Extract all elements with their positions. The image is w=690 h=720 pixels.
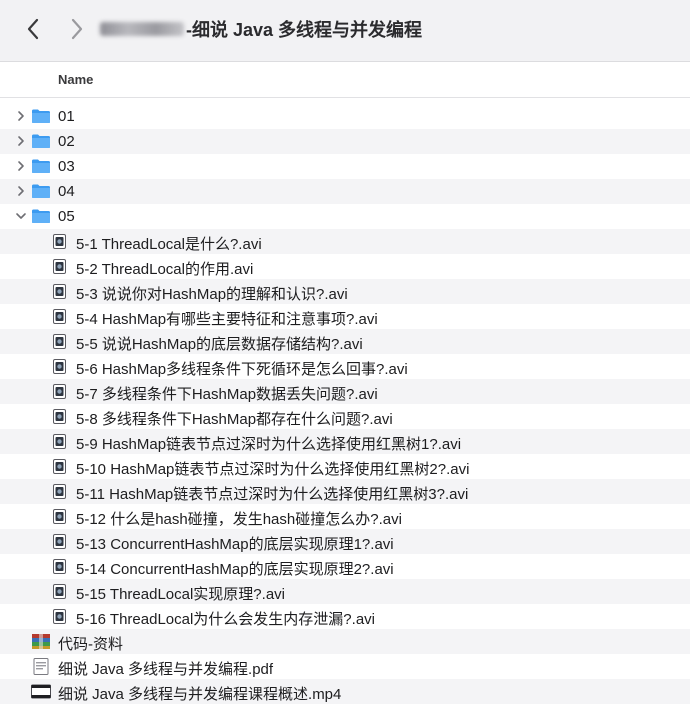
window-title: -细说 Java 多线程与并发编程 — [186, 20, 423, 40]
video-file-icon — [53, 434, 66, 449]
item-label: 5-16 ThreadLocal为什么会发生内存泄漏?.avi — [76, 611, 375, 628]
video-file-icon — [53, 484, 66, 499]
item-label: 5-3 说说你对HashMap的理解和认识?.avi — [76, 286, 348, 303]
folder-icon — [31, 183, 51, 199]
video-file-icon — [53, 509, 66, 524]
chevron-right-icon[interactable] — [15, 135, 27, 147]
folder-row[interactable]: 05 — [0, 204, 690, 229]
video-file-icon — [53, 559, 66, 574]
item-label: 01 — [58, 108, 75, 125]
file-row[interactable]: 5-6 HashMap多线程条件下死循环是怎么回事?.avi — [0, 354, 690, 379]
item-label: 05 — [58, 208, 75, 225]
video-file-icon — [53, 584, 66, 599]
file-row[interactable]: 5-8 多线程条件下HashMap都存在什么问题?.avi — [0, 404, 690, 429]
item-label: 5-4 HashMap有哪些主要特征和注意事项?.avi — [76, 311, 378, 328]
item-label: 5-7 多线程条件下HashMap数据丢失问题?.avi — [76, 386, 378, 403]
item-label: 04 — [58, 183, 75, 200]
file-row[interactable]: 5-11 HashMap链表节点过深时为什么选择使用红黑树3?.avi — [0, 479, 690, 504]
folder-row[interactable]: 01 — [0, 104, 690, 129]
file-row[interactable]: 5-1 ThreadLocal是什么?.avi — [0, 229, 690, 254]
pdf-icon — [31, 658, 51, 675]
video-file-icon — [53, 284, 66, 299]
video-file-icon — [53, 334, 66, 349]
file-row[interactable]: 5-7 多线程条件下HashMap数据丢失问题?.avi — [0, 379, 690, 404]
item-label: 5-6 HashMap多线程条件下死循环是怎么回事?.avi — [76, 361, 408, 378]
video-file-icon — [53, 234, 66, 249]
item-label: 5-12 什么是hash碰撞，发生hash碰撞怎么办?.avi — [76, 511, 402, 528]
video-file-icon — [53, 609, 66, 624]
item-label: 5-1 ThreadLocal是什么?.avi — [76, 236, 262, 253]
video-file-icon — [53, 459, 66, 474]
item-label: 5-8 多线程条件下HashMap都存在什么问题?.avi — [76, 411, 393, 428]
item-label: 5-2 ThreadLocal的作用.avi — [76, 261, 254, 278]
item-label: 5-13 ConcurrentHashMap的底层实现原理1?.avi — [76, 536, 394, 553]
toolbar: -细说 Java 多线程与并发编程 — [0, 0, 690, 62]
file-row[interactable]: 5-3 说说你对HashMap的理解和认识?.avi — [0, 279, 690, 304]
file-row[interactable]: 5-14 ConcurrentHashMap的底层实现原理2?.avi — [0, 554, 690, 579]
video-icon — [31, 683, 51, 700]
video-file-icon — [53, 534, 66, 549]
folder-row[interactable]: 02 — [0, 129, 690, 154]
file-row[interactable]: 5-16 ThreadLocal为什么会发生内存泄漏?.avi — [0, 604, 690, 629]
item-label: 03 — [58, 158, 75, 175]
file-row[interactable]: 5-2 ThreadLocal的作用.avi — [0, 254, 690, 279]
root-item-row[interactable]: 细说 Java 多线程与并发编程.pdf — [0, 654, 690, 679]
file-row[interactable]: 5-9 HashMap链表节点过深时为什么选择使用红黑树1?.avi — [0, 429, 690, 454]
item-label: 5-11 HashMap链表节点过深时为什么选择使用红黑树3?.avi — [76, 486, 469, 503]
chevron-right-icon[interactable] — [15, 185, 27, 197]
folder-icon — [31, 108, 51, 124]
folder-row[interactable]: 04 — [0, 179, 690, 204]
archive-icon — [31, 633, 51, 650]
file-row[interactable]: 5-5 说说HashMap的底层数据存储结构?.avi — [0, 329, 690, 354]
video-file-icon — [53, 259, 66, 274]
window-title-area: -细说 Java 多线程与并发编程 — [100, 14, 422, 44]
folder-icon — [31, 158, 51, 174]
chevron-left-icon — [27, 18, 39, 40]
back-button[interactable] — [20, 14, 46, 44]
item-label: 代码-资料 — [58, 636, 123, 653]
folder-icon — [31, 133, 51, 149]
redacted-title-prefix — [100, 22, 184, 36]
item-label: 5-10 HashMap链表节点过深时为什么选择使用红黑树2?.avi — [76, 461, 470, 478]
file-row[interactable]: 5-4 HashMap有哪些主要特征和注意事项?.avi — [0, 304, 690, 329]
folder-icon — [31, 208, 51, 224]
item-label: 细说 Java 多线程与并发编程课程概述.mp4 — [58, 686, 342, 703]
item-label: 5-15 ThreadLocal实现原理?.avi — [76, 586, 285, 603]
video-file-icon — [53, 409, 66, 424]
forward-button[interactable] — [64, 14, 90, 44]
file-row[interactable]: 5-10 HashMap链表节点过深时为什么选择使用红黑树2?.avi — [0, 454, 690, 479]
item-label: 5-5 说说HashMap的底层数据存储结构?.avi — [76, 336, 363, 353]
chevron-right-icon[interactable] — [15, 110, 27, 122]
chevron-down-icon[interactable] — [15, 210, 27, 222]
column-header[interactable]: Name — [0, 62, 690, 98]
chevron-right-icon[interactable] — [15, 160, 27, 172]
file-row[interactable]: 5-15 ThreadLocal实现原理?.avi — [0, 579, 690, 604]
root-item-row[interactable]: 细说 Java 多线程与并发编程课程概述.mp4 — [0, 679, 690, 704]
video-file-icon — [53, 309, 66, 324]
item-label: 5-9 HashMap链表节点过深时为什么选择使用红黑树1?.avi — [76, 436, 462, 453]
item-label: 细说 Java 多线程与并发编程.pdf — [58, 661, 274, 678]
chevron-right-icon — [71, 18, 83, 40]
item-label: 02 — [58, 133, 75, 150]
video-file-icon — [53, 359, 66, 374]
folder-row[interactable]: 03 — [0, 154, 690, 179]
item-label: 5-14 ConcurrentHashMap的底层实现原理2?.avi — [76, 561, 394, 578]
root-item-row[interactable]: 代码-资料 — [0, 629, 690, 654]
file-list: 01 02 03 04 05 5-1 ThreadLocal是什么?.avi 5-2 Thr… — [0, 104, 690, 704]
file-row[interactable]: 5-12 什么是hash碰撞，发生hash碰撞怎么办?.avi — [0, 504, 690, 529]
column-name-header[interactable]: Name — [58, 72, 93, 87]
file-row[interactable]: 5-13 ConcurrentHashMap的底层实现原理1?.avi — [0, 529, 690, 554]
video-file-icon — [53, 384, 66, 399]
